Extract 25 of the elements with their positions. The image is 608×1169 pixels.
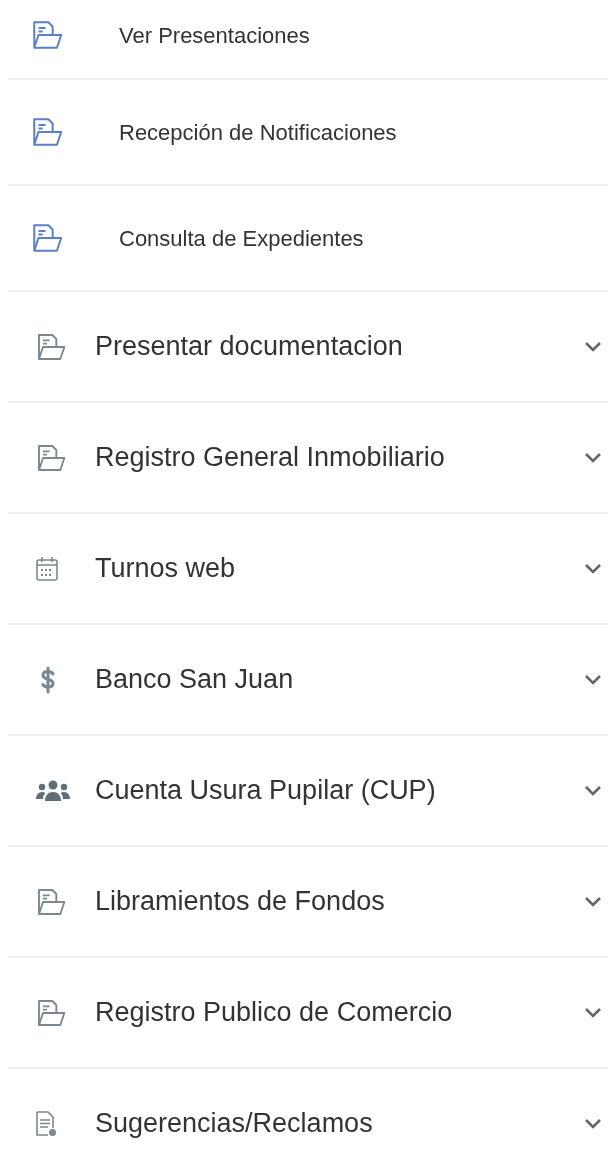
menu-link[interactable]: Ver Presentaciones (8, 18, 310, 52)
section-label: Banco San Juan (95, 663, 294, 697)
section-label: Presentar documentacion (95, 330, 403, 364)
menu-link[interactable]: Recepción de Notificaciones (8, 115, 397, 149)
section-label: Turnos web (95, 552, 236, 586)
folder-icon (30, 18, 64, 52)
users-icon (35, 779, 71, 802)
menu-section[interactable]: Banco San Juan (8, 625, 608, 736)
folder-icon (30, 221, 64, 255)
section-label: Libramientos de Fondos (95, 885, 385, 919)
section-label: Sugerencias/Reclamos (95, 1107, 373, 1141)
menu-section[interactable]: Registro General Inmobiliario (8, 403, 608, 514)
menu-section[interactable]: Libramientos de Fondos (8, 847, 608, 958)
folder-icon (30, 115, 64, 149)
menu-section[interactable]: Presentar documentacion (8, 292, 608, 403)
menu-section[interactable]: Registro Publico de Comercio (8, 958, 608, 1069)
calendar-icon (35, 555, 59, 582)
menu-link[interactable]: Consulta de Expedientes (8, 221, 364, 255)
section-label: Registro Publico de Comercio (95, 996, 453, 1030)
section-label: Registro General Inmobiliario (95, 441, 445, 475)
menu-section[interactable]: Cuenta Usura Pupilar (CUP) (8, 736, 608, 847)
section-label: Cuenta Usura Pupilar (CUP) (95, 774, 436, 808)
menu-section[interactable]: Sugerencias/Reclamos (8, 1069, 608, 1169)
menu-section[interactable]: Turnos web (8, 514, 608, 625)
document-icon (35, 1110, 57, 1137)
